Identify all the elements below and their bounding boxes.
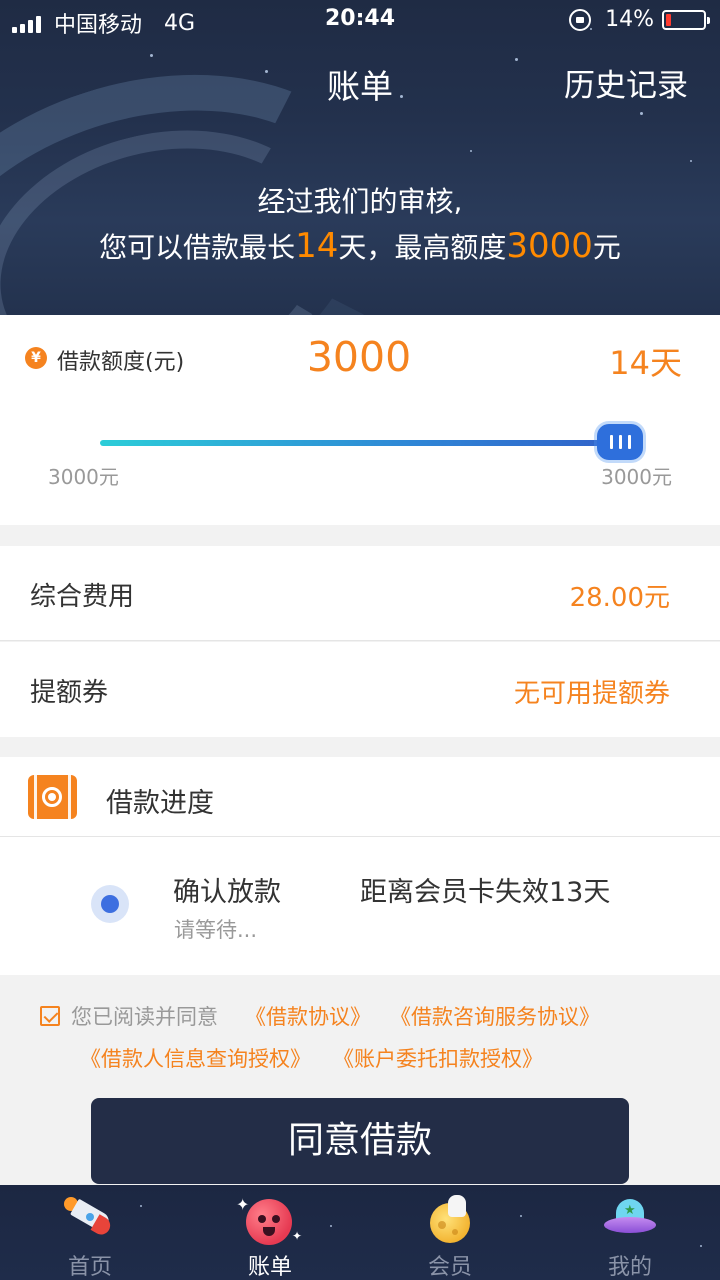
fee-row: 综合费用 28.00元 <box>0 546 720 641</box>
coupon-label: 提额券 <box>30 678 109 708</box>
slider-min-label: 3000元 <box>48 465 119 489</box>
fee-label: 综合费用 <box>30 582 135 612</box>
tab-label-home: 首页 <box>67 1255 112 1280</box>
ticket-icon <box>28 775 77 819</box>
loan-days: 14天 <box>609 344 682 382</box>
amount-slider-track[interactable] <box>100 440 620 446</box>
ufo-icon: ★ <box>600 1195 660 1247</box>
planet-icon: ✦ ✦ <box>236 1195 303 1245</box>
history-button[interactable]: 历史记录 <box>564 60 688 105</box>
battery-icon <box>662 9 710 30</box>
banner-line-2: 您可以借款最长14天，最高额度3000元 <box>0 224 720 270</box>
banner-text: 经过我们的审核, 您可以借款最长14天，最高额度3000元 <box>0 180 720 270</box>
moon-astronaut-icon <box>420 1195 480 1247</box>
yen-icon: ¥ <box>25 347 47 369</box>
agree-text: 您已阅读并同意 <box>71 1005 218 1029</box>
amount-value: 3000 <box>306 333 412 381</box>
banner-max-days: 14 <box>295 226 339 266</box>
amount-slider-thumb[interactable] <box>597 424 643 460</box>
tab-label-mine: 我的 <box>607 1255 652 1280</box>
tab-mine[interactable]: ★ 我的 <box>540 1185 720 1280</box>
tab-label-bill: 账单 <box>247 1255 292 1280</box>
membership-expire-text: 距离会员卡失效13天 <box>360 877 611 908</box>
battery-percent: 14% <box>605 7 654 32</box>
tab-member[interactable]: 会员 <box>360 1185 540 1280</box>
progress-step-dot <box>91 885 129 923</box>
loan-progress-card: 借款进度 <box>0 757 720 975</box>
slider-max-label: 3000元 <box>601 465 672 489</box>
loan-agreement-link[interactable]: 《借款协议》 <box>245 1001 371 1031</box>
amount-label: 借款额度(元) <box>57 350 185 375</box>
fee-value: 28.00元 <box>569 583 670 613</box>
banner-mid: 天，最高额度 <box>338 231 507 264</box>
status-bar: 中国移动 4G 20:44 14% <box>0 0 720 40</box>
tab-label-member: 会员 <box>427 1255 472 1280</box>
banner-line-1: 经过我们的审核, <box>257 185 463 218</box>
approval-banner: 经过我们的审核, 您可以借款最长14天，最高额度3000元 <box>0 12 720 315</box>
info-query-auth-link[interactable]: 《借款人信息查询授权》 <box>80 1043 311 1073</box>
tab-home[interactable]: 首页 <box>0 1185 180 1280</box>
banner-prefix: 您可以借款最长 <box>99 231 296 264</box>
banner-max-amount: 3000 <box>506 226 593 266</box>
progress-header: 借款进度 <box>0 757 720 837</box>
tab-bill[interactable]: ✦ ✦ 账单 <box>180 1185 360 1280</box>
tab-bar: 首页 ✦ ✦ 账单 会员 ★ 我的 <box>0 1185 720 1280</box>
step-title: 确认放款 <box>173 877 281 908</box>
coupon-value[interactable]: 无可用提额券 <box>514 673 670 710</box>
progress-title: 借款进度 <box>106 788 214 819</box>
header-background: 中国移动 4G 20:44 14% 账单 历史记录 经过我们的审核, 您可以借款… <box>0 0 720 315</box>
agree-checkbox[interactable] <box>40 1006 60 1026</box>
agree-loan-button[interactable]: 同意借款 <box>91 1098 629 1184</box>
coupon-row[interactable]: 提额券 无可用提额券 <box>0 642 720 737</box>
banner-suffix: 元 <box>592 231 621 264</box>
debit-auth-link[interactable]: 《账户委托扣款授权》 <box>333 1043 543 1073</box>
consulting-agreement-link[interactable]: 《借款咨询服务协议》 <box>390 1001 600 1031</box>
rocket-icon <box>60 1195 120 1247</box>
rotation-lock-icon <box>569 8 592 31</box>
step-subtitle: 请等待... <box>174 918 258 942</box>
